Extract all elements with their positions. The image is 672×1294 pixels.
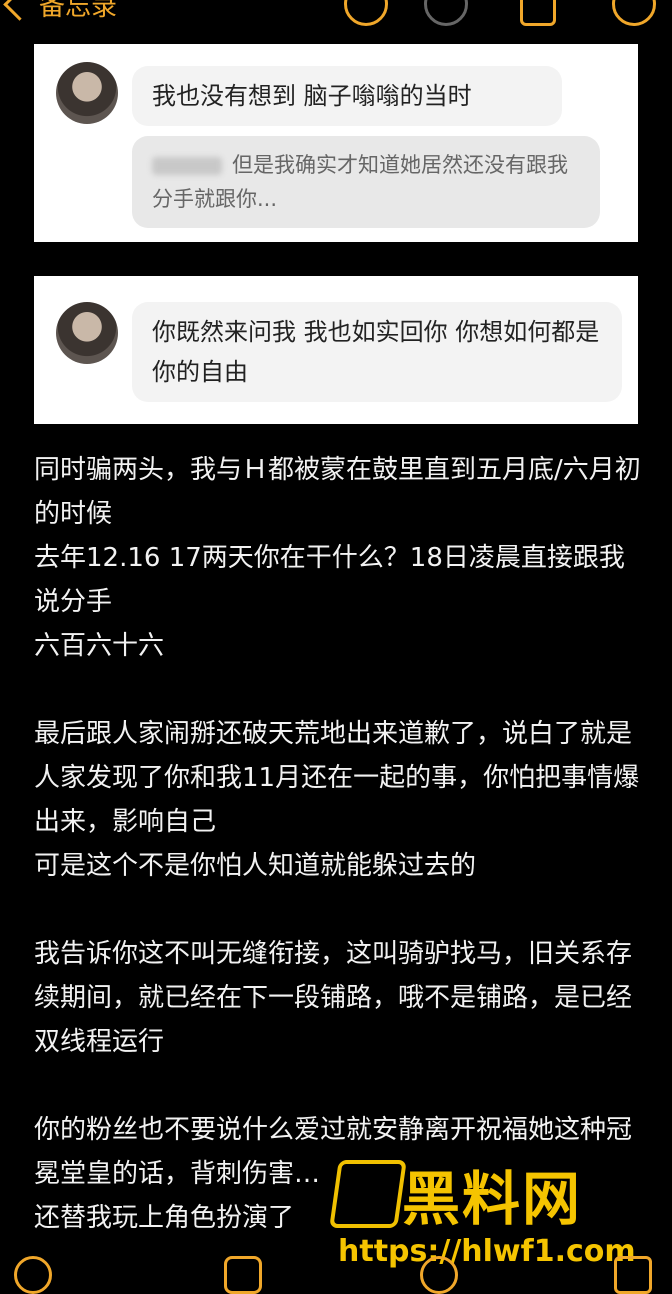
pen-icon[interactable] <box>420 1256 458 1294</box>
chat-screenshot-card-1: 我也没有想到 脑子嗡嗡的当时 但是我确实才知道她居然还没有跟我分手就跟你... <box>34 44 638 242</box>
redo-icon[interactable] <box>424 0 468 26</box>
chat-message: 你既然来问我 我也如实回你 你想如何都是你的自由 <box>132 302 622 402</box>
note-paragraph: 我告诉你这不叫无缝衔接，这叫骑驴找马，旧关系存续期间，就已经在下一段铺路，哦不是… <box>34 939 633 1057</box>
attachment-icon[interactable] <box>224 1256 262 1294</box>
note-body[interactable]: 同时骗两头，我与Ｈ都被蒙在鼓里直到五月底/六月初的时候 去年12.16 17两天… <box>34 448 644 1240</box>
back-button[interactable]: 备忘录 <box>0 0 117 23</box>
redacted-name <box>152 157 222 175</box>
note-paragraph: 同时骗两头，我与Ｈ都被蒙在鼓里直到五月底/六月初的时候 去年12.16 17两天… <box>34 455 641 661</box>
avatar <box>56 62 118 124</box>
avatar <box>56 302 118 364</box>
compose-icon[interactable] <box>614 1256 652 1294</box>
undo-icon[interactable] <box>344 0 388 26</box>
more-icon[interactable] <box>612 0 656 26</box>
back-label: 备忘录 <box>39 0 118 22</box>
quoted-message: 但是我确实才知道她居然还没有跟我分手就跟你... <box>132 136 600 228</box>
top-navigation-bar: 备忘录 <box>0 0 672 28</box>
checklist-icon[interactable] <box>14 1256 52 1294</box>
note-paragraph: 最后跟人家闹掰还破天荒地出来道歉了，说白了就是人家发现了你和我11月还在一起的事… <box>34 719 640 881</box>
watermark-logo-icon <box>329 1160 407 1228</box>
chat-message: 我也没有想到 脑子嗡嗡的当时 <box>132 66 562 126</box>
chat-screenshot-card-2: 你既然来问我 我也如实回你 你想如何都是你的自由 <box>34 276 638 424</box>
chevron-left-icon <box>3 0 36 21</box>
share-icon[interactable] <box>520 0 556 26</box>
bottom-toolbar <box>0 1250 672 1294</box>
watermark-title: 黑料网 <box>402 1165 583 1233</box>
